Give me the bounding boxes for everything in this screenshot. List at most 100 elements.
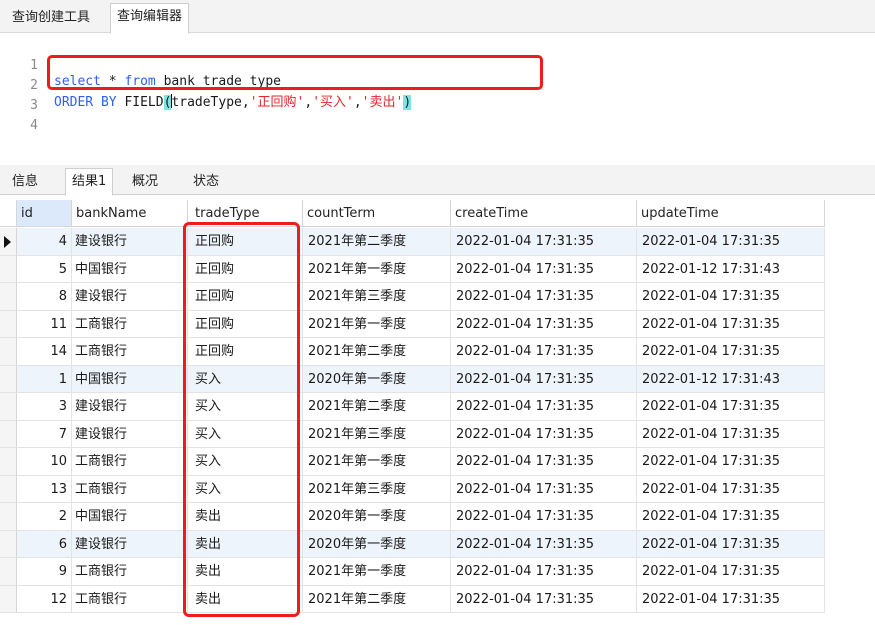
cell-createtime[interactable]: 2022-01-04 17:31:35 — [451, 503, 637, 531]
cell-id[interactable]: 14 — [17, 338, 72, 366]
cell-id[interactable]: 10 — [17, 448, 72, 476]
cell-createtime[interactable]: 2022-01-04 17:31:35 — [451, 475, 637, 503]
cell-countterm[interactable]: 2021年第三季度 — [303, 283, 451, 311]
cell-createtime[interactable]: 2022-01-04 17:31:35 — [451, 310, 637, 338]
cell-updatetime[interactable]: 2022-01-04 17:31:35 — [637, 310, 825, 338]
tab-status[interactable]: 状态 — [187, 171, 225, 195]
cell-id[interactable]: 13 — [17, 475, 72, 503]
cell-id[interactable]: 2 — [17, 503, 72, 531]
column-header-updatetime[interactable]: updateTime — [637, 200, 825, 227]
cell-id[interactable]: 12 — [17, 585, 72, 613]
cell-createtime[interactable]: 2022-01-04 17:31:35 — [451, 558, 637, 586]
tab-query-builder[interactable]: 查询创建工具 — [6, 6, 96, 33]
cell-createtime[interactable]: 2022-01-04 17:31:35 — [451, 228, 637, 256]
code-line-1: 1 select * from bank_trade_type — [0, 42, 281, 89]
cell-bankname[interactable]: 建设银行 — [72, 393, 188, 421]
cell-createtime[interactable]: 2022-01-04 17:31:35 — [451, 255, 637, 283]
cell-id[interactable]: 11 — [17, 310, 72, 338]
cell-createtime[interactable]: 2022-01-04 17:31:35 — [451, 448, 637, 476]
cell-bankname[interactable]: 中国银行 — [72, 255, 188, 283]
cell-updatetime[interactable]: 2022-01-04 17:31:35 — [637, 530, 825, 558]
cell-updatetime[interactable]: 2022-01-04 17:31:35 — [637, 338, 825, 366]
cell-id[interactable]: 3 — [17, 393, 72, 421]
cell-bankname[interactable]: 工商银行 — [72, 338, 188, 366]
sql-editor[interactable]: 1 select * from bank_trade_type 2 ORDER … — [0, 34, 875, 162]
column-header-createtime[interactable]: createTime — [451, 200, 637, 227]
cell-updatetime[interactable]: 2022-01-04 17:31:35 — [637, 448, 825, 476]
tab-query-editor[interactable]: 查询编辑器 — [110, 3, 190, 34]
cell-id[interactable]: 7 — [17, 420, 72, 448]
table-row[interactable]: 5 中国银行 正回购 2021年第一季度 2022-01-04 17:31:35 2022… — [0, 255, 825, 283]
cell-updatetime[interactable]: 2022-01-04 17:31:35 — [637, 393, 825, 421]
cell-createtime[interactable]: 2022-01-04 17:31:35 — [451, 365, 637, 393]
cell-bankname[interactable]: 建设银行 — [72, 228, 188, 256]
table-row[interactable]: 1 中国银行 买入 2020年第一季度 2022-01-04 17:31:35 2022-… — [0, 365, 825, 393]
cell-updatetime[interactable]: 2022-01-04 17:31:35 — [637, 283, 825, 311]
column-header-id[interactable]: id — [17, 200, 72, 227]
row-indicator — [0, 558, 17, 586]
cell-countterm[interactable]: 2020年第一季度 — [303, 365, 451, 393]
cell-updatetime[interactable]: 2022-01-04 17:31:35 — [637, 503, 825, 531]
result-grid[interactable]: id bankName tradeType countTerm createTi… — [0, 200, 875, 625]
cell-bankname[interactable]: 工商银行 — [72, 475, 188, 503]
cell-updatetime[interactable]: 2022-01-04 17:31:35 — [637, 585, 825, 613]
cell-updatetime[interactable]: 2022-01-04 17:31:35 — [637, 558, 825, 586]
cell-id[interactable]: 1 — [17, 365, 72, 393]
cell-updatetime[interactable]: 2022-01-12 17:31:43 — [637, 365, 825, 393]
cell-bankname[interactable]: 中国银行 — [72, 365, 188, 393]
table-row[interactable]: 11 工商银行 正回购 2021年第一季度 2022-01-04 17:31:35 202… — [0, 310, 825, 338]
cell-countterm[interactable]: 2021年第一季度 — [303, 558, 451, 586]
cell-bankname[interactable]: 建设银行 — [72, 283, 188, 311]
cell-createtime[interactable]: 2022-01-04 17:31:35 — [451, 393, 637, 421]
string-literal: '正回购' — [249, 95, 305, 110]
cell-createtime[interactable]: 2022-01-04 17:31:35 — [451, 283, 637, 311]
tab-result-1[interactable]: 结果1 — [65, 168, 114, 196]
column-header-bankname[interactable]: bankName — [72, 200, 188, 227]
table-row[interactable]: 14 工商银行 正回购 2021年第二季度 2022-01-04 17:31:35 202… — [0, 338, 825, 366]
cell-countterm[interactable]: 2021年第一季度 — [303, 448, 451, 476]
tab-info[interactable]: 信息 — [6, 171, 44, 195]
cell-countterm[interactable]: 2020年第一季度 — [303, 530, 451, 558]
cell-bankname[interactable]: 工商银行 — [72, 310, 188, 338]
cell-countterm[interactable]: 2021年第三季度 — [303, 420, 451, 448]
cell-updatetime[interactable]: 2022-01-12 17:31:43 — [637, 255, 825, 283]
table-row[interactable]: 7 建设银行 买入 2021年第三季度 2022-01-04 17:31:35 2022-… — [0, 420, 825, 448]
cell-countterm[interactable]: 2021年第一季度 — [303, 310, 451, 338]
cell-bankname[interactable]: 工商银行 — [72, 558, 188, 586]
cell-id[interactable]: 8 — [17, 283, 72, 311]
tab-profile[interactable]: 概况 — [126, 171, 164, 195]
cell-updatetime[interactable]: 2022-01-04 17:31:35 — [637, 228, 825, 256]
cell-countterm[interactable]: 2020年第一季度 — [303, 503, 451, 531]
table-row[interactable]: 6 建设银行 卖出 2020年第一季度 2022-01-04 17:31:35 2022-… — [0, 530, 825, 558]
cell-updatetime[interactable]: 2022-01-04 17:31:35 — [637, 475, 825, 503]
table-row[interactable]: 10 工商银行 买入 2021年第一季度 2022-01-04 17:31:35 2022… — [0, 448, 825, 476]
cell-countterm[interactable]: 2021年第二季度 — [303, 585, 451, 613]
cell-id[interactable]: 5 — [17, 255, 72, 283]
cell-bankname[interactable]: 工商银行 — [72, 585, 188, 613]
table-row[interactable]: 2 中国银行 卖出 2020年第一季度 2022-01-04 17:31:35 2022-… — [0, 503, 825, 531]
cell-bankname[interactable]: 中国银行 — [72, 503, 188, 531]
cell-id[interactable]: 6 — [17, 530, 72, 558]
cell-countterm[interactable]: 2021年第一季度 — [303, 255, 451, 283]
cell-countterm[interactable]: 2021年第二季度 — [303, 338, 451, 366]
table-row[interactable]: 3 建设银行 买入 2021年第二季度 2022-01-04 17:31:35 2022-… — [0, 393, 825, 421]
column-header-countterm[interactable]: countTerm — [303, 200, 451, 227]
cell-createtime[interactable]: 2022-01-04 17:31:35 — [451, 338, 637, 366]
cell-bankname[interactable]: 建设银行 — [72, 530, 188, 558]
cell-updatetime[interactable]: 2022-01-04 17:31:35 — [637, 420, 825, 448]
cell-createtime[interactable]: 2022-01-04 17:31:35 — [451, 585, 637, 613]
cell-id[interactable]: 4 — [17, 228, 72, 256]
cell-countterm[interactable]: 2021年第三季度 — [303, 475, 451, 503]
cell-createtime[interactable]: 2022-01-04 17:31:35 — [451, 420, 637, 448]
table-row[interactable]: 4 建设银行 正回购 2021年第二季度 2022-01-04 17:31:35 2022… — [0, 228, 825, 256]
cell-countterm[interactable]: 2021年第二季度 — [303, 228, 451, 256]
cell-bankname[interactable]: 工商银行 — [72, 448, 188, 476]
cell-createtime[interactable]: 2022-01-04 17:31:35 — [451, 530, 637, 558]
table-row[interactable]: 13 工商银行 买入 2021年第三季度 2022-01-04 17:31:35 2022… — [0, 475, 825, 503]
table-row[interactable]: 12 工商银行 卖出 2021年第二季度 2022-01-04 17:31:35 2022… — [0, 585, 825, 613]
table-row[interactable]: 9 工商银行 卖出 2021年第一季度 2022-01-04 17:31:35 2022-… — [0, 558, 825, 586]
cell-id[interactable]: 9 — [17, 558, 72, 586]
table-row[interactable]: 8 建设银行 正回购 2021年第三季度 2022-01-04 17:31:35 2022… — [0, 283, 825, 311]
cell-bankname[interactable]: 建设银行 — [72, 420, 188, 448]
cell-countterm[interactable]: 2021年第二季度 — [303, 393, 451, 421]
